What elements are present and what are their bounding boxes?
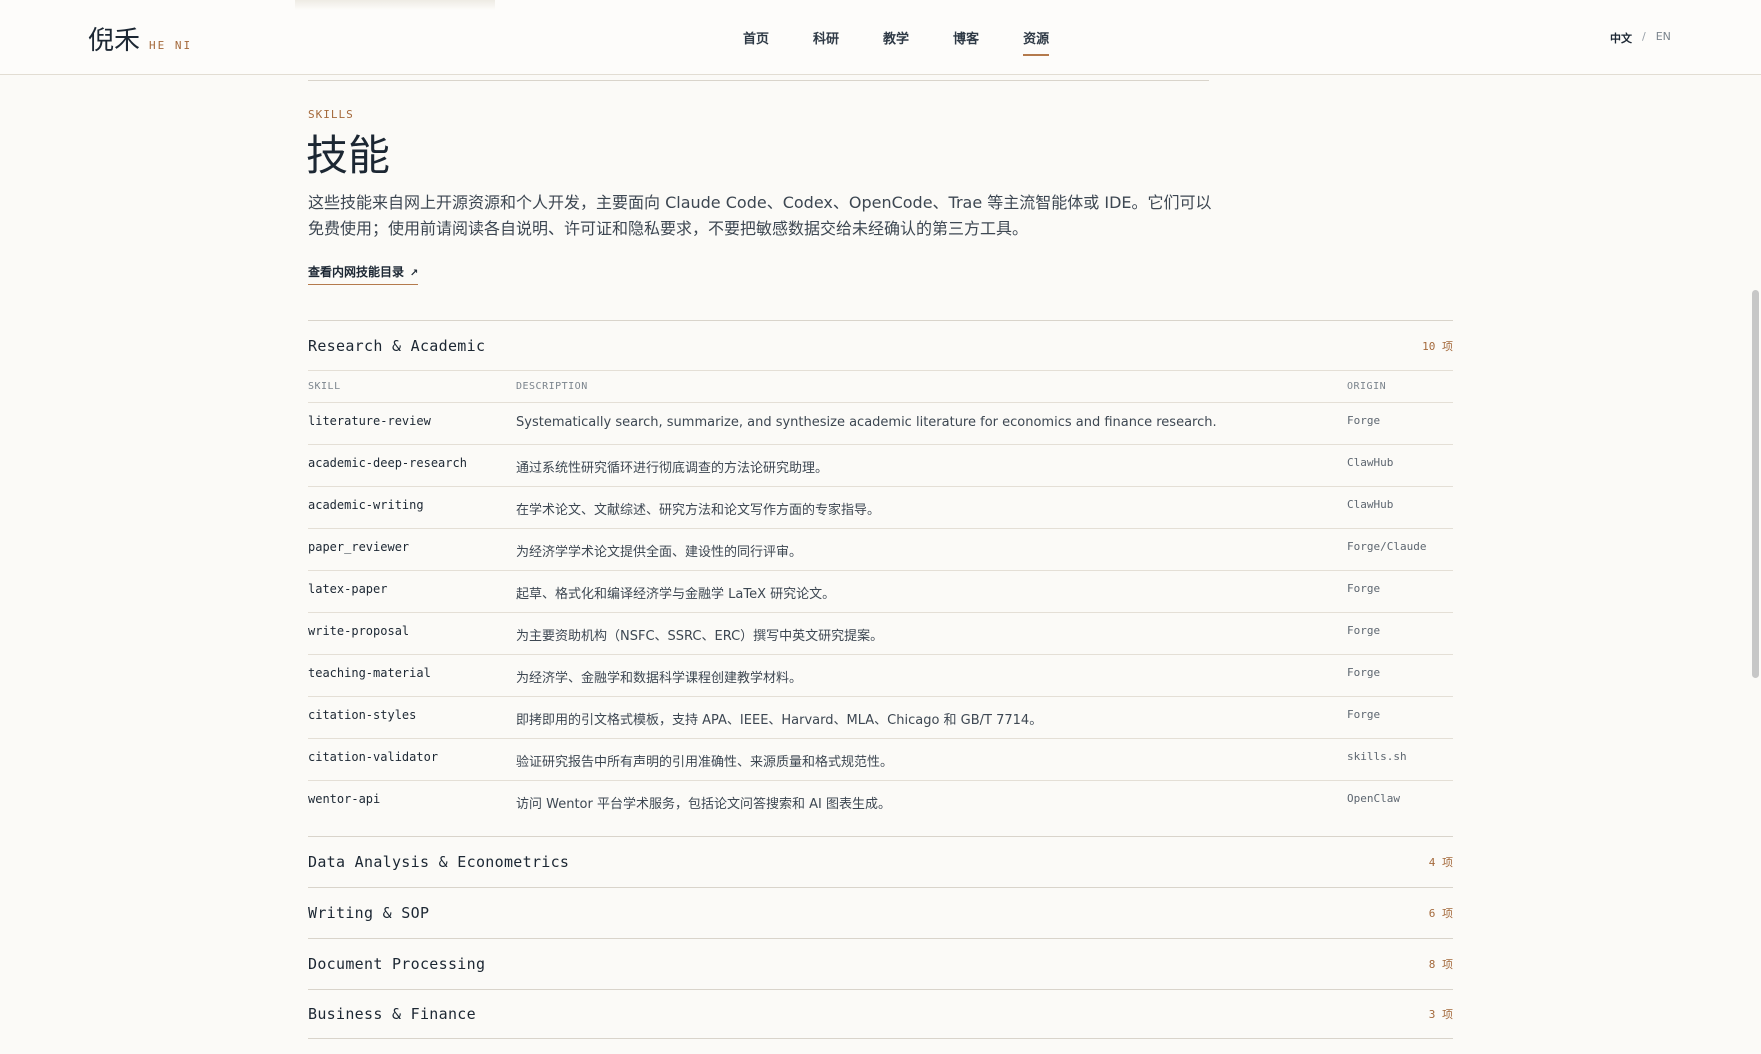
nav-item-home[interactable]: 首页 xyxy=(743,28,769,47)
skill-origin: Forge xyxy=(1347,666,1381,679)
skill-name: citation-validator xyxy=(308,750,439,764)
skill-description: 在学术论文、文献综述、研究方法和论文写作方面的专家指导。 xyxy=(516,503,881,518)
skill-origin: ClawHub xyxy=(1347,456,1394,469)
catalog-link-label: 查看内网技能目录 xyxy=(308,265,405,279)
skill-name: academic-writing xyxy=(308,498,424,512)
section-header[interactable]: Data Analysis & Econometrics 4 项 xyxy=(308,836,1453,886)
nav-item-teaching[interactable]: 教学 xyxy=(883,28,909,47)
section-eyebrow: SKILLS xyxy=(308,108,354,121)
nav-item-research[interactable]: 科研 xyxy=(813,28,839,47)
section-writing-sop: Writing & SOP 6 项 xyxy=(308,887,1453,937)
column-header-skill: SKILL xyxy=(308,381,341,392)
logo-english-name: HE NI xyxy=(149,39,193,52)
logo-chinese-name: 倪禾 xyxy=(88,26,141,56)
skill-description: 为主要资助机构（NSFC、SSRC、ERC）撰写中英文研究提案。 xyxy=(516,629,884,644)
skill-name: latex-paper xyxy=(308,582,388,596)
table-row: latex-paper 起草、格式化和编译经济学与金融学 LaTeX 研究论文。… xyxy=(308,570,1453,612)
section-header[interactable]: Research & Academic 10 项 xyxy=(308,320,1453,370)
skill-description: 即拷即用的引文格式模板，支持 APA、IEEE、Harvard、MLA、Chic… xyxy=(516,713,1043,728)
section-document-processing: Document Processing 8 项 xyxy=(308,938,1453,988)
table-row: literature-review Systematically search,… xyxy=(308,402,1453,444)
table-row: wentor-api 访问 Wentor 平台学术服务，包括论文问答搜索和 AI… xyxy=(308,780,1453,822)
skill-origin: Forge xyxy=(1347,708,1381,721)
table-header: SKILL DESCRIPTION ORIGIN xyxy=(308,370,1453,402)
section-count: 4 项 xyxy=(1428,855,1453,869)
table-row: academic-writing 在学术论文、文献综述、研究方法和论文写作方面的… xyxy=(308,486,1453,528)
top-divider xyxy=(308,80,1209,81)
section-data-analysis: Data Analysis & Econometrics 4 项 xyxy=(308,836,1453,886)
section-count: 6 项 xyxy=(1428,906,1453,920)
page-title: 技能 xyxy=(306,131,391,180)
page-intro: 这些技能来自网上开源资源和个人开发，主要面向 Claude Code、Codex… xyxy=(308,193,1212,238)
column-header-description: DESCRIPTION xyxy=(516,381,588,392)
skills-table-body: literature-review Systematically search,… xyxy=(308,402,1453,822)
skill-origin: ClawHub xyxy=(1347,498,1394,511)
section-title: Data Analysis & Econometrics xyxy=(308,852,570,871)
skill-name: write-proposal xyxy=(308,624,410,638)
skill-description: 起草、格式化和编译经济学与金融学 LaTeX 研究论文。 xyxy=(516,587,836,602)
section-count: 10 项 xyxy=(1422,339,1453,353)
lang-english[interactable]: EN xyxy=(1656,30,1671,46)
skill-name: teaching-material xyxy=(308,666,431,680)
skill-name: citation-styles xyxy=(308,708,417,722)
skill-origin: Forge xyxy=(1347,414,1381,427)
section-header[interactable]: Writing & SOP 6 项 xyxy=(308,887,1453,937)
table-row: teaching-material 为经济学、金融学和数据科学课程创建教学材料。… xyxy=(308,654,1453,696)
nav-item-resources[interactable]: 资源 xyxy=(1023,28,1050,56)
section-header[interactable]: Business & Finance 3 项 xyxy=(308,989,1453,1039)
section-count: 8 项 xyxy=(1428,957,1453,971)
skill-origin: Forge xyxy=(1347,624,1381,637)
skill-name: literature-review xyxy=(308,414,431,428)
skill-origin: skills.sh xyxy=(1347,750,1407,763)
table-row: academic-deep-research 通过系统性研究循环进行彻底调查的方… xyxy=(308,444,1453,486)
section-research-academic: Research & Academic 10 项 SKILL DESCRIPTI… xyxy=(308,320,1453,822)
skill-origin: Forge/Claude xyxy=(1347,540,1427,553)
skill-origin: OpenClaw xyxy=(1347,792,1400,805)
section-count: 3 项 xyxy=(1428,1008,1453,1021)
site-logo[interactable]: 倪禾 HE NI xyxy=(88,20,192,57)
table-row: write-proposal 为主要资助机构（NSFC、SSRC、ERC）撰写中… xyxy=(308,612,1453,654)
skill-origin: Forge xyxy=(1347,582,1381,595)
page-scrollbar[interactable] xyxy=(1752,290,1759,678)
section-title: Document Processing xyxy=(308,954,486,973)
table-row: citation-validator 验证研究报告中所有声明的引用准确性、来源质… xyxy=(308,738,1453,780)
skill-description: 为经济学学术论文提供全面、建设性的同行评审。 xyxy=(516,545,803,560)
external-link-icon: ↗ xyxy=(410,268,419,279)
skill-description: 访问 Wentor 平台学术服务，包括论文问答搜索和 AI 图表生成。 xyxy=(516,797,891,812)
skill-description: 为经济学、金融学和数据科学课程创建教学材料。 xyxy=(516,671,803,686)
lang-chinese[interactable]: 中文 xyxy=(1610,30,1632,46)
table-row: paper_reviewer 为经济学学术论文提供全面、建设性的同行评审。 Fo… xyxy=(308,528,1453,570)
skill-name: paper_reviewer xyxy=(308,540,410,554)
skill-name: academic-deep-research xyxy=(308,456,467,470)
site-header: 倪禾 HE NI 首页 科研 教学 博客 资源 中文 / EN xyxy=(0,0,1761,75)
skill-description: Systematically search, summarize, and sy… xyxy=(516,415,1217,430)
section-title: Business & Finance xyxy=(308,1005,476,1023)
skill-name: wentor-api xyxy=(308,792,381,806)
header-ghost-fade xyxy=(295,0,495,10)
section-title: Writing & SOP xyxy=(308,903,430,922)
nav-item-blog[interactable]: 博客 xyxy=(953,28,979,47)
intranet-catalog-link[interactable]: 查看内网技能目录 ↗ xyxy=(308,263,419,285)
section-title: Research & Academic xyxy=(308,336,486,355)
section-header[interactable]: Document Processing 8 项 xyxy=(308,938,1453,988)
language-switcher: 中文 / EN xyxy=(1610,30,1671,46)
skill-description: 通过系统性研究循环进行彻底调查的方法论研究助理。 xyxy=(516,461,829,476)
lang-separator: / xyxy=(1642,30,1646,43)
section-business-finance: Business & Finance 3 项 xyxy=(308,989,1453,1039)
table-row: citation-styles 即拷即用的引文格式模板，支持 APA、IEEE、… xyxy=(308,696,1453,738)
main-nav: 首页 科研 教学 博客 资源 xyxy=(743,28,1093,56)
skill-description: 验证研究报告中所有声明的引用准确性、来源质量和格式规范性。 xyxy=(516,755,894,770)
column-header-origin: ORIGIN xyxy=(1347,381,1387,392)
